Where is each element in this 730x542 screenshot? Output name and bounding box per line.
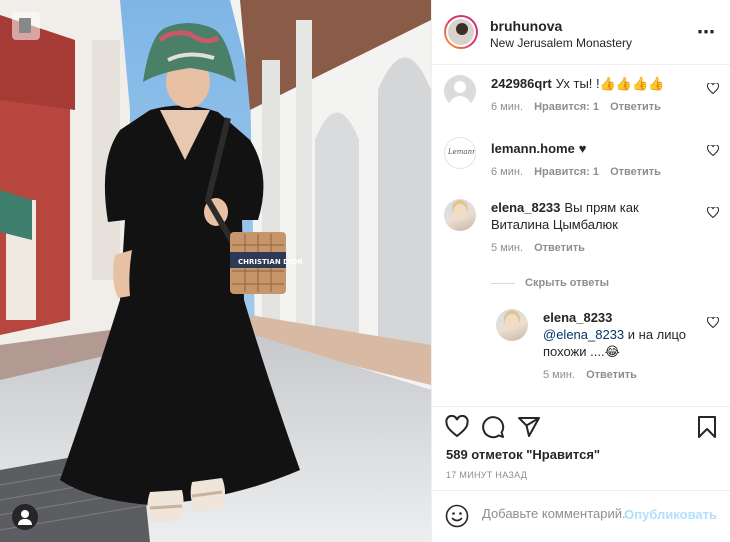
like-icon[interactable] [445, 415, 469, 439]
comment-item: 242986qrt Ух ты! !👍👍👍👍 6 мин. Нравится: 1… [444, 75, 719, 113]
share-icon[interactable] [517, 415, 541, 439]
user-tag-icon[interactable] [12, 504, 38, 530]
post-header: bruhunova New Jerusalem Monastery ⋯ [432, 0, 730, 65]
comment-body: ♥ [578, 141, 587, 156]
reply-item: elena_8233 @elena_8233 и на лицо похожи … [496, 309, 719, 381]
comment-likes[interactable]: Нравится: 1 [534, 166, 599, 178]
commenter-avatar[interactable]: Lemann [444, 137, 476, 169]
comment-text: 242986qrt Ух ты! !👍👍👍👍 [491, 75, 719, 92]
comment-item: elena_8233 Вы прям как Виталина Цымбалюк … [444, 199, 719, 254]
comment-text: elena_8233 @elena_8233 и на лицо похожи … [543, 309, 719, 360]
commenter-avatar[interactable] [496, 309, 528, 341]
like-comment-icon[interactable] [707, 207, 719, 218]
like-comment-icon[interactable] [707, 145, 719, 156]
commenter-username[interactable]: elena_8233 [491, 200, 560, 215]
comment-text: lemann.home ♥ [491, 137, 719, 157]
emoji-icon[interactable] [445, 504, 469, 528]
mention-link[interactable]: @elena_8233 [543, 327, 624, 342]
comment-input[interactable] [482, 506, 630, 521]
commenter-username[interactable]: elena_8233 [543, 310, 612, 325]
reply-button[interactable]: Ответить [610, 101, 661, 113]
post-location[interactable]: New Jerusalem Monastery [490, 36, 632, 50]
comment-text: elena_8233 Вы прям как Виталина Цымбалюк [491, 199, 719, 233]
post-time[interactable]: 17 МИНУТ НАЗАД [446, 470, 527, 480]
comment-body: Ух ты! !👍👍👍👍 [555, 76, 665, 91]
commenter-avatar[interactable] [444, 75, 476, 107]
comment-meta: 5 мин. Ответить [543, 369, 719, 381]
comment-icon[interactable] [481, 415, 505, 439]
comment-meta: 6 мин. Нравится: 1 Ответить [491, 166, 719, 178]
comment-item: Lemann lemann.home ♥ 6 мин. Нравится: 1 О… [444, 137, 719, 178]
reply-button[interactable]: Ответить [534, 242, 585, 254]
commenter-avatar[interactable] [444, 199, 476, 231]
author-username[interactable]: bruhunova [490, 18, 562, 34]
post-comment-button[interactable]: Опубликовать [624, 507, 717, 522]
hide-replies-button[interactable]: Скрыть ответы [491, 277, 609, 289]
reply-button[interactable]: Ответить [586, 369, 637, 381]
post-side-panel: bruhunova New Jerusalem Monastery ⋯ 2429… [431, 0, 730, 542]
add-comment-bar: Опубликовать [432, 490, 730, 542]
hide-replies-label: Скрыть ответы [525, 277, 609, 289]
post-photo[interactable]: CHRISTIAN DIOR [0, 0, 431, 542]
comment-time[interactable]: 5 мин. [543, 369, 575, 381]
photo-illustration: CHRISTIAN DIOR [0, 0, 431, 542]
author-avatar[interactable] [444, 15, 478, 49]
save-icon[interactable] [695, 415, 719, 439]
comment-meta: 5 мин. Ответить [491, 242, 719, 254]
bag-text: CHRISTIAN DIOR [238, 258, 303, 266]
more-options-icon[interactable]: ⋯ [697, 22, 716, 43]
comment-time[interactable]: 5 мин. [491, 242, 523, 254]
comment-likes[interactable]: Нравится: 1 [534, 101, 599, 113]
comment-time[interactable]: 6 мин. [491, 101, 523, 113]
comments-list: 242986qrt Ух ты! !👍👍👍👍 6 мин. Нравится: 1… [432, 65, 730, 406]
like-comment-icon[interactable] [707, 83, 719, 94]
post-actions: 589 отметок "Нравится" 17 МИНУТ НАЗАД [432, 406, 730, 490]
gallery-icon [12, 12, 40, 40]
comment-meta: 6 мин. Нравится: 1 Ответить [491, 101, 719, 113]
divider-line [491, 282, 515, 284]
likes-count[interactable]: 589 отметок "Нравится" [446, 447, 600, 462]
commenter-username[interactable]: 242986qrt [491, 76, 552, 91]
comment-time[interactable]: 6 мин. [491, 166, 523, 178]
reply-button[interactable]: Ответить [610, 166, 661, 178]
commenter-username[interactable]: lemann.home [491, 141, 575, 156]
like-comment-icon[interactable] [707, 317, 719, 328]
